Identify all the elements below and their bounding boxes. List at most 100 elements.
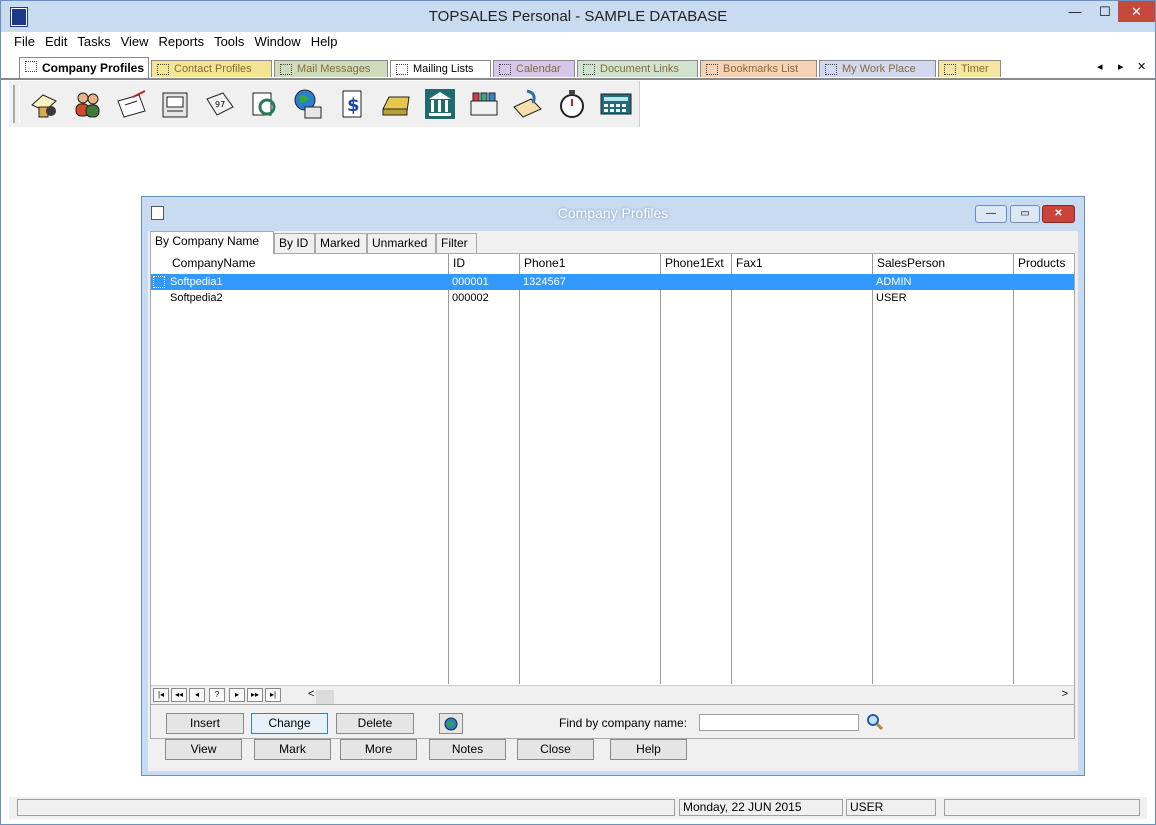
find-company-input[interactable]: [699, 714, 859, 731]
tab-contact-profiles[interactable]: Contact Profiles: [151, 60, 272, 77]
column-divider[interactable]: [660, 254, 661, 684]
column-header-phone1[interactable]: Phone1: [524, 255, 565, 272]
column-header-products[interactable]: Products: [1018, 255, 1065, 272]
column-header-companyname[interactable]: CompanyName: [172, 255, 255, 272]
workplace-icon[interactable]: $: [335, 87, 369, 121]
column-divider[interactable]: [519, 254, 520, 684]
company-profiles-icon[interactable]: [27, 87, 61, 121]
next-record-button[interactable]: ▸: [229, 688, 245, 702]
close-form-button[interactable]: Close: [517, 739, 594, 760]
globe-icon: [444, 717, 458, 731]
menu-tasks[interactable]: Tasks: [72, 32, 115, 52]
child-minimize-button[interactable]: —: [975, 205, 1007, 223]
document-links-icon[interactable]: [247, 87, 281, 121]
first-record-button[interactable]: |◂: [153, 688, 169, 702]
toolbar-grip[interactable]: [13, 85, 20, 123]
tab-bookmarks-list[interactable]: Bookmarks List: [700, 60, 817, 77]
tab-icon: [499, 64, 511, 75]
column-header-salesperson[interactable]: SalesPerson: [877, 255, 945, 272]
tab-timer[interactable]: Timer: [938, 60, 1001, 77]
tab-document-links[interactable]: Document Links: [577, 60, 698, 77]
tab-close-icon[interactable]: ✕: [1137, 60, 1146, 73]
last-record-button[interactable]: ▸|: [265, 688, 281, 702]
minimize-button[interactable]: —: [1058, 1, 1092, 22]
maximize-button[interactable]: ☐: [1092, 1, 1118, 22]
child-window-title: Company Profiles: [557, 205, 669, 221]
tab-filter[interactable]: Filter: [436, 233, 477, 253]
mark-button[interactable]: Mark: [254, 739, 331, 760]
tab-mailing-lists[interactable]: Mailing Lists: [390, 60, 491, 77]
hand-note-icon[interactable]: [511, 87, 545, 121]
tab-mail-messages[interactable]: Mail Messages: [274, 60, 388, 77]
change-button[interactable]: Change: [251, 713, 328, 734]
shop-icon[interactable]: [467, 87, 501, 121]
table-row[interactable]: Softpedia1 000001 1324567 ADMIN: [151, 274, 1074, 290]
scroll-left-arrow[interactable]: <: [308, 688, 314, 700]
timer-icon[interactable]: [555, 87, 589, 121]
cell-id: 000001: [452, 276, 489, 288]
calendar-icon[interactable]: 97: [203, 87, 237, 121]
notes-button[interactable]: Notes: [429, 739, 506, 760]
status-message-panel: [17, 799, 675, 816]
contacts-icon[interactable]: [71, 87, 105, 121]
tab-unmarked[interactable]: Unmarked: [367, 233, 436, 253]
column-divider[interactable]: [731, 254, 732, 684]
insert-button[interactable]: Insert: [166, 713, 244, 734]
tab-my-work-place[interactable]: My Work Place: [819, 60, 936, 77]
tab-icon: [944, 64, 956, 75]
next-page-button[interactable]: ▸▸: [247, 688, 263, 702]
tab-marked[interactable]: Marked: [315, 233, 367, 253]
row-marker[interactable]: [153, 276, 165, 288]
help-button[interactable]: Help: [610, 739, 687, 760]
tab-by-company-name[interactable]: By Company Name: [150, 231, 274, 254]
column-header-id[interactable]: ID: [453, 255, 465, 272]
tab-company-profiles[interactable]: Company Profiles: [19, 57, 149, 78]
bank-icon[interactable]: [423, 87, 457, 121]
find-record-button[interactable]: ?: [209, 688, 225, 702]
horizontal-scrollbar[interactable]: < >: [306, 688, 1072, 704]
tab-scroll-left-icon[interactable]: ◂: [1097, 60, 1103, 73]
column-divider[interactable]: [872, 254, 873, 684]
menu-tools[interactable]: Tools: [209, 32, 249, 52]
search-icon[interactable]: [866, 713, 884, 731]
more-button[interactable]: More: [340, 739, 417, 760]
close-button[interactable]: ✕: [1118, 1, 1155, 22]
web-search-button[interactable]: [439, 713, 463, 734]
tab-by-id[interactable]: By ID: [274, 233, 315, 253]
status-extra-panel: [944, 799, 1140, 816]
menu-help[interactable]: Help: [306, 32, 343, 52]
scroll-right-arrow[interactable]: >: [1062, 688, 1068, 700]
tab-label: Company Profiles: [42, 61, 145, 75]
tab-scroll-right-icon[interactable]: ▸: [1118, 60, 1124, 73]
mailing-lists-icon[interactable]: [159, 87, 193, 121]
scroll-thumb[interactable]: [316, 690, 334, 704]
delete-button[interactable]: Delete: [336, 713, 414, 734]
menu-reports[interactable]: Reports: [154, 32, 210, 52]
cash-register-icon[interactable]: [379, 87, 413, 121]
bookmarks-icon[interactable]: [291, 87, 325, 121]
column-divider[interactable]: [448, 254, 449, 684]
previous-record-button[interactable]: ◂: [189, 688, 205, 702]
title-bar[interactable]: TOPSALES Personal - SAMPLE DATABASE — ☐ …: [1, 1, 1155, 32]
main-window: TOPSALES Personal - SAMPLE DATABASE — ☐ …: [0, 0, 1156, 825]
column-header-fax1[interactable]: Fax1: [736, 255, 763, 272]
table-row[interactable]: Softpedia2 000002 USER: [151, 290, 1074, 306]
main-toolbar: 97 $: [9, 81, 640, 127]
child-close-button[interactable]: ✕: [1042, 205, 1075, 223]
company-grid[interactable]: CompanyName ID Phone1 Phone1Ext Fax1 Sal…: [151, 254, 1074, 684]
window-title: TOPSALES Personal - SAMPLE DATABASE: [428, 8, 728, 25]
calculator-icon[interactable]: [599, 87, 633, 121]
menu-view[interactable]: View: [116, 32, 154, 52]
child-maximize-button[interactable]: ▭: [1010, 205, 1040, 223]
column-divider[interactable]: [1013, 254, 1014, 684]
tab-label: Mailing Lists: [413, 63, 474, 75]
menu-file[interactable]: File: [9, 32, 40, 52]
view-button[interactable]: View: [165, 739, 242, 760]
menu-window[interactable]: Window: [249, 32, 305, 52]
mail-icon[interactable]: [115, 87, 149, 121]
column-header-phone1ext[interactable]: Phone1Ext: [665, 255, 724, 272]
tab-label: Document Links: [600, 63, 679, 75]
previous-page-button[interactable]: ◂◂: [171, 688, 187, 702]
tab-calendar[interactable]: Calendar: [493, 60, 575, 77]
menu-edit[interactable]: Edit: [40, 32, 72, 52]
